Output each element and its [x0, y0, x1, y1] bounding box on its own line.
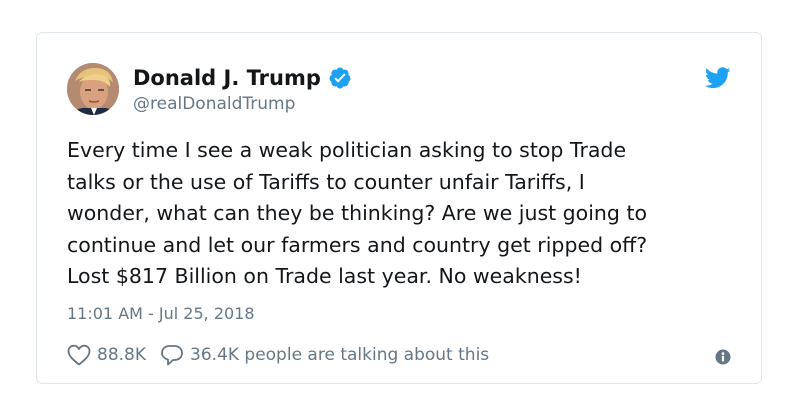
- talking-about-text: 36.4K people are talking about this: [190, 345, 490, 365]
- author-name[interactable]: Donald J. Trump: [133, 65, 352, 91]
- heart-icon: [67, 344, 91, 366]
- avatar[interactable]: [67, 63, 119, 115]
- tweet-text: Every time I see a weak politician askin…: [67, 138, 648, 288]
- verified-badge-icon: [329, 67, 351, 89]
- like-button[interactable]: 88.8K: [67, 344, 146, 366]
- tweet-actions: 88.8K 36.4K people are talking about thi…: [67, 343, 489, 367]
- info-icon[interactable]: [715, 349, 731, 365]
- author-name-text: Donald J. Trump: [133, 66, 321, 90]
- like-count: 88.8K: [97, 345, 146, 365]
- author-handle[interactable]: @realDonaldTrump: [133, 93, 295, 115]
- speech-bubble-icon: [161, 345, 183, 366]
- tweet-card[interactable]: Donald J. Trump @realDonaldTrump Every t…: [36, 32, 762, 384]
- tweet-timestamp[interactable]: 11:01 AM - Jul 25, 2018: [67, 303, 255, 325]
- twitter-bird-icon[interactable]: [705, 67, 731, 89]
- avatar-image: [67, 63, 119, 115]
- talking-about-link[interactable]: 36.4K people are talking about this: [160, 344, 489, 366]
